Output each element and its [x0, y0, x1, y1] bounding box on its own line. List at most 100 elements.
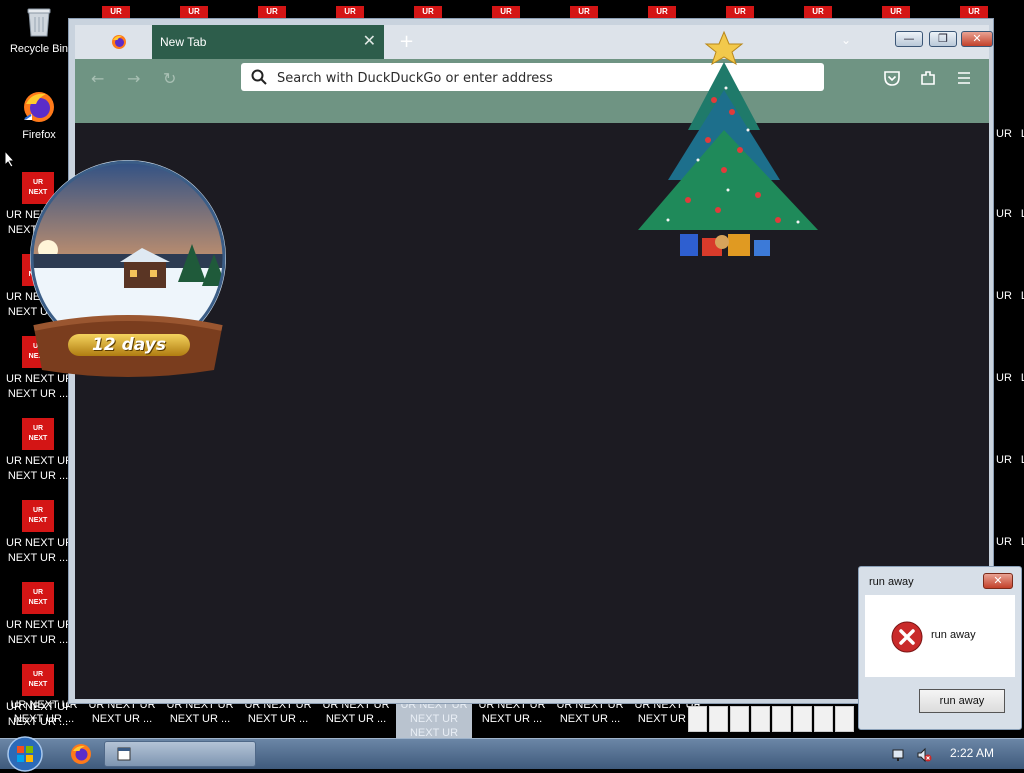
- recycle-bin-icon: [27, 8, 51, 37]
- dialog-message: run away: [931, 629, 976, 641]
- desktop-right-ur-label[interactable]: UR L: [996, 290, 1024, 302]
- top-ur-badge[interactable]: UR: [570, 6, 598, 18]
- bottom-label-line2: NEXT UR ...: [481, 713, 543, 725]
- ur-box-line2: NEXT: [28, 599, 48, 606]
- right-ur-text: UR: [996, 290, 1012, 302]
- tab-strip: New Tab ✕ + ⌄ — ❐ ✕: [75, 25, 993, 59]
- desktop-ur-icon[interactable]: UR NEXT UR NEXT UR NEXT UR ...: [6, 582, 70, 648]
- ur-box-line2: NEXT: [28, 681, 48, 688]
- ghost-tiles: [688, 706, 856, 734]
- ur-icon-label-line1: UR NEXT UR: [6, 537, 70, 549]
- desktop-right-ur-label[interactable]: UR L: [996, 128, 1024, 140]
- firefox-tab-icon[interactable]: [111, 34, 127, 50]
- ghost-tile: [814, 706, 833, 732]
- ghost-tile: [835, 706, 854, 732]
- taskbar-clock[interactable]: 2:22 AM: [950, 746, 994, 760]
- firefox-label: Firefox: [22, 129, 56, 141]
- desktop-right-ur-label[interactable]: UR L: [996, 208, 1024, 220]
- new-tab-button[interactable]: +: [399, 25, 414, 59]
- top-ur-badge[interactable]: UR: [960, 6, 988, 18]
- desktop-ur-icon[interactable]: UR NEXT UR NEXT UR NEXT UR ...: [6, 500, 70, 566]
- pocket-icon[interactable]: [883, 69, 901, 87]
- ghost-tile: [709, 706, 728, 732]
- list-tabs-icon[interactable]: ⌄: [841, 33, 851, 47]
- desktop-right-ur-label[interactable]: UR L: [996, 454, 1024, 466]
- bottom-label-line2: NEXT UR ...: [325, 713, 387, 725]
- tab-new-tab[interactable]: New Tab ✕: [152, 25, 384, 59]
- snow-globe-label: 12 days: [68, 334, 190, 356]
- bottom-label-line2: NEXT UR ...: [247, 713, 309, 725]
- taskbar-firefox-button[interactable]: [66, 741, 96, 767]
- christmas-tree-image: [638, 30, 818, 256]
- desktop-right-ur-label[interactable]: UR L: [996, 372, 1024, 384]
- top-ur-badge[interactable]: UR: [102, 6, 130, 18]
- desktop-right-ur-label[interactable]: UR L: [996, 536, 1024, 548]
- back-icon[interactable]: ←: [91, 69, 104, 88]
- ur-box-line1: UR: [32, 589, 44, 596]
- close-button[interactable]: ✕: [961, 31, 993, 47]
- ur-icon-image: UR NEXT: [22, 664, 54, 696]
- ur-box-line2: NEXT: [28, 517, 48, 524]
- desktop-ur-icon[interactable]: UR NEXT UR NEXT UR NEXT UR ...: [6, 418, 70, 484]
- forward-icon[interactable]: →: [127, 69, 140, 88]
- top-ur-badge[interactable]: UR: [726, 6, 754, 18]
- desktop-icon-recycle-bin[interactable]: Recycle Bin: [4, 6, 74, 56]
- menu-icon[interactable]: [955, 69, 973, 87]
- taskbar-app-icon: [117, 747, 131, 761]
- top-ur-badge[interactable]: UR: [492, 6, 520, 18]
- ghost-tile: [688, 706, 707, 732]
- ur-icon-image: UR NEXT: [22, 500, 54, 532]
- network-icon[interactable]: [892, 747, 908, 763]
- tab-close-icon[interactable]: ✕: [363, 25, 376, 59]
- ur-box-line1: UR: [32, 507, 44, 514]
- right-ur-text: UR: [996, 454, 1012, 466]
- ur-box-line1: UR: [32, 425, 44, 432]
- right-ur-text: UR: [996, 128, 1012, 140]
- dialog-title: run away: [869, 576, 914, 588]
- right-ur-text: UR: [996, 208, 1012, 220]
- bottom-label-line2: NEXT UR ...: [91, 713, 153, 725]
- desktop-icon-firefox[interactable]: Firefox: [4, 90, 74, 142]
- ghost-tile: [730, 706, 749, 732]
- tab-title: New Tab: [160, 35, 207, 49]
- ur-icon-label-line1: UR NEXT UR: [6, 455, 70, 467]
- volume-muted-icon[interactable]: [916, 747, 932, 763]
- nav-toolbar: ← → ↻: [75, 59, 989, 123]
- ur-box-line1: UR: [32, 671, 44, 678]
- ur-box-line2: NEXT: [28, 435, 48, 442]
- extensions-icon[interactable]: [919, 69, 937, 87]
- right-ur-text: UR: [996, 372, 1012, 384]
- dialog-close-button[interactable]: ✕: [983, 573, 1013, 589]
- top-ur-badge[interactable]: UR: [804, 6, 832, 18]
- taskbar-app-button[interactable]: [104, 741, 256, 767]
- ur-icon-label-line1: UR NEXT UR: [6, 619, 70, 631]
- snow-globe-widget[interactable]: 12 days: [24, 158, 232, 380]
- bottom-label-line2: NEXT UR ...: [559, 713, 621, 725]
- ur-icon-label-line2: NEXT UR ...: [7, 470, 69, 482]
- ur-icon-label-line2: NEXT UR ...: [7, 388, 69, 400]
- bottom-label-line2: NEXT UR ...: [13, 713, 75, 725]
- ghost-tile: [793, 706, 812, 732]
- top-ur-badge[interactable]: UR: [180, 6, 208, 18]
- top-ur-badge[interactable]: UR: [648, 6, 676, 18]
- top-ur-badge[interactable]: UR: [414, 6, 442, 18]
- error-icon: [891, 621, 923, 653]
- dialog-body: run away: [865, 595, 1015, 677]
- top-ur-badge[interactable]: UR: [336, 6, 364, 18]
- run-away-dialog[interactable]: run away ✕ run away run away: [858, 566, 1022, 730]
- top-ur-badge[interactable]: UR: [258, 6, 286, 18]
- taskbar: 2:22 AM: [0, 736, 1024, 772]
- run-away-button[interactable]: run away: [919, 689, 1005, 713]
- firefox-icon: [24, 92, 54, 122]
- start-button-icon[interactable]: [6, 735, 44, 773]
- ur-icon-image: UR NEXT: [22, 418, 54, 450]
- desktop-bottom-ur-icon[interactable]: UR NEXT UR NEXT UR NEXT UR: [396, 698, 472, 740]
- top-ur-badge[interactable]: UR: [882, 6, 910, 18]
- bottom-label-line2: NEXT UR ...: [169, 713, 231, 725]
- ur-icon-label-line2: NEXT UR ...: [7, 634, 69, 646]
- minimize-button[interactable]: —: [895, 31, 923, 47]
- maximize-button[interactable]: ❐: [929, 31, 957, 47]
- recycle-bin-label: Recycle Bin: [9, 43, 69, 55]
- reload-icon[interactable]: ↻: [163, 69, 176, 88]
- right-ur-text: UR: [996, 536, 1012, 548]
